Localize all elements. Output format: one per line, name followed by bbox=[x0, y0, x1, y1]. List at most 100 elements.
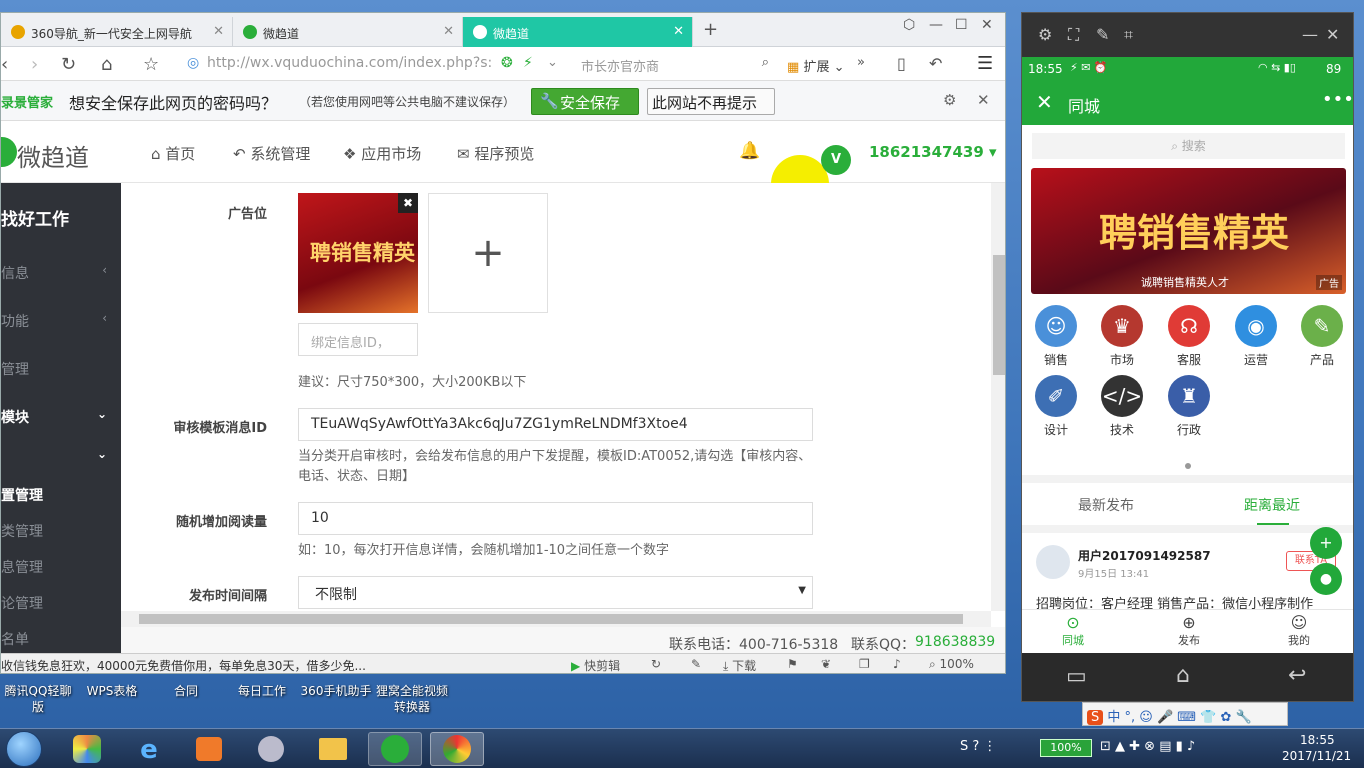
phone-banner[interactable]: 聘销售精英 诚聘销售精英人才 广告 bbox=[1031, 168, 1346, 294]
recent-apps-icon[interactable]: ▭ bbox=[1066, 664, 1087, 689]
more-options-icon[interactable]: ••• bbox=[1322, 89, 1353, 110]
close-icon[interactable]: ✕ bbox=[673, 24, 684, 39]
desktop-icon-360[interactable]: 360手机助手 bbox=[298, 683, 374, 699]
refresh-tool-icon[interactable]: ↻ bbox=[651, 657, 661, 671]
dropdown-icon[interactable]: ⌄ bbox=[547, 55, 558, 70]
maximize-icon[interactable]: ☐ bbox=[955, 17, 968, 33]
close-bar-icon[interactable]: ✕ bbox=[977, 91, 990, 109]
sidebar-item-module[interactable]: 模块 ⌄ bbox=[1, 407, 121, 427]
taskbar-app-1[interactable] bbox=[60, 732, 114, 766]
undo-icon[interactable]: ↶ bbox=[929, 54, 942, 73]
remove-image-icon[interactable]: ✖ bbox=[398, 193, 418, 213]
sidebar-item-manage[interactable]: 管理 bbox=[1, 359, 121, 379]
minimize-emulator-icon[interactable]: — bbox=[1302, 25, 1318, 44]
taskbar-chrome[interactable] bbox=[430, 732, 484, 766]
tab-wqd-1[interactable]: 微趋道 ✕ bbox=[233, 17, 463, 47]
back-icon[interactable]: ‹ bbox=[1, 54, 8, 75]
category-product[interactable]: ✎ 产品 bbox=[1294, 305, 1350, 368]
download-button[interactable]: ⤓ 下载 bbox=[723, 657, 756, 673]
quick-cut-button[interactable]: ▶ 快剪辑 bbox=[571, 657, 620, 673]
back-button-icon[interactable]: ↩ bbox=[1288, 663, 1306, 688]
menu-icon[interactable]: ☰ bbox=[977, 53, 993, 74]
ad-image[interactable]: 聘销售精英 ✖ bbox=[298, 193, 418, 313]
contact-qq[interactable]: 918638839 bbox=[915, 634, 995, 650]
desktop-icon-wps[interactable]: WPS表格 bbox=[74, 683, 150, 699]
phone-search[interactable]: ⌕ 搜索 bbox=[1032, 133, 1345, 159]
tray-icons[interactable]: S ? ⋮ bbox=[960, 739, 996, 754]
settings-icon[interactable]: ⚙ bbox=[1038, 25, 1052, 44]
category-admin[interactable]: ♜ 行政 bbox=[1161, 375, 1217, 438]
status-ad-text[interactable]: 收信钱免息狂欢，40000元免费借你用，每单免息30天，借多少免... bbox=[1, 657, 366, 673]
sidebar-item-comment[interactable]: 论管理 bbox=[1, 593, 121, 613]
category-design[interactable]: ✐ 设计 bbox=[1028, 375, 1084, 438]
nav-system[interactable]: ↶ 系统管理 bbox=[233, 143, 310, 164]
bind-id-input[interactable]: 绑定信息ID， bbox=[298, 323, 418, 356]
window-icon[interactable]: ❐ bbox=[859, 657, 870, 671]
pin-icon[interactable]: ✎ bbox=[691, 657, 701, 671]
add-image-button[interactable]: + bbox=[428, 193, 548, 313]
interval-select[interactable]: 不限制 ▼ bbox=[298, 576, 813, 609]
close-window-icon[interactable]: ✕ bbox=[981, 17, 993, 33]
search-icon[interactable]: ⌕ bbox=[762, 55, 769, 70]
taskbar-explorer[interactable] bbox=[306, 732, 360, 766]
close-emulator-icon[interactable]: ✕ bbox=[1326, 25, 1339, 44]
nav-city[interactable]: ⊙ 同城 bbox=[1062, 613, 1084, 648]
fullscreen-icon[interactable]: ⛶ bbox=[1068, 25, 1079, 45]
crop-icon[interactable]: ⌗ bbox=[1124, 25, 1133, 45]
scroll-thumb[interactable] bbox=[993, 255, 1005, 375]
nav-preview[interactable]: ✉ 程序预览 bbox=[457, 143, 534, 164]
zoom-control[interactable]: ⌕ 100% bbox=[929, 657, 974, 672]
home-icon[interactable]: ⌂ bbox=[101, 54, 112, 75]
taskbar-360-browser[interactable] bbox=[368, 732, 422, 766]
taskbar-ie[interactable]: e bbox=[122, 732, 176, 766]
never-ask-button[interactable]: 此网站不再提示 bbox=[647, 88, 775, 115]
new-tab-button[interactable]: + bbox=[703, 19, 718, 40]
secure-save-button[interactable]: 🔧 安全保存 bbox=[531, 88, 639, 115]
template-id-input[interactable]: TEuAWqSyAwfOttYa3Akc6qJu7ZG1ymReLNDMf3Xt… bbox=[298, 408, 813, 441]
tab-latest[interactable]: 最新发布 bbox=[1078, 495, 1134, 515]
sidebar-item-message[interactable]: 息管理 bbox=[1, 557, 121, 577]
sidebar-item-list[interactable]: 名单 bbox=[1, 629, 121, 649]
battery-indicator[interactable]: 100% bbox=[1040, 739, 1092, 757]
user-phone-menu[interactable]: 18621347439 ▾ bbox=[869, 143, 997, 161]
volume-icon[interactable]: ♪ bbox=[893, 657, 901, 671]
desktop-icon-contract[interactable]: 合同 bbox=[148, 683, 224, 699]
float-location-button[interactable]: ● bbox=[1310, 563, 1342, 595]
back-close-icon[interactable]: ✕ bbox=[1036, 90, 1053, 114]
desktop-icon-qq[interactable]: 腾讯QQ轻聊版 bbox=[0, 683, 76, 715]
security-icon[interactable]: ❂ bbox=[501, 55, 513, 71]
category-operation[interactable]: ◉ 运营 bbox=[1228, 305, 1284, 368]
gear-icon[interactable]: ⚙ bbox=[943, 91, 956, 109]
sidebar-item-category[interactable]: 类管理 bbox=[1, 521, 121, 541]
edit-icon[interactable]: ✎ bbox=[1096, 25, 1109, 44]
sidebar-item-info[interactable]: 信息 ‹ bbox=[1, 263, 121, 283]
nav-market[interactable]: ❖ 应用市场 bbox=[343, 143, 421, 164]
sogou-icon[interactable]: S bbox=[1087, 710, 1104, 725]
home-button-icon[interactable]: ⌂ bbox=[1176, 663, 1190, 688]
start-button[interactable] bbox=[6, 731, 42, 767]
category-service[interactable]: ☊ 客服 bbox=[1161, 305, 1217, 368]
nav-mine[interactable]: ☺ 我的 bbox=[1288, 613, 1310, 648]
forward-icon[interactable]: › bbox=[31, 54, 38, 75]
nav-publish[interactable]: ⊕ 发布 bbox=[1178, 613, 1200, 648]
tab-360-nav[interactable]: 360导航_新一代安全上网导航 ✕ bbox=[1, 17, 233, 47]
tray-more-icons[interactable]: ⊡ ▲ ✚ ⊗ ▤ ▮ ♪ bbox=[1100, 739, 1195, 754]
flag-icon[interactable]: ⚑ bbox=[787, 657, 798, 671]
vertical-scrollbar[interactable] bbox=[991, 183, 1005, 611]
desktop-icon-daily[interactable]: 每日工作 bbox=[224, 683, 300, 699]
category-market[interactable]: ♛ 市场 bbox=[1094, 305, 1150, 368]
category-tech[interactable]: </> 技术 bbox=[1094, 375, 1150, 438]
scroll-thumb-h[interactable] bbox=[139, 614, 963, 624]
refresh-icon[interactable]: ↻ bbox=[61, 54, 76, 75]
close-icon[interactable]: ✕ bbox=[443, 24, 454, 39]
taskbar-assistant[interactable] bbox=[244, 732, 298, 766]
tab-wqd-active[interactable]: 微趋道 ✕ bbox=[463, 17, 693, 47]
skin-icon[interactable]: ⬡ bbox=[903, 17, 915, 33]
close-icon[interactable]: ✕ bbox=[213, 24, 224, 39]
user-avatar[interactable]: V bbox=[821, 145, 851, 175]
float-add-button[interactable]: + bbox=[1310, 527, 1342, 559]
reader-icon[interactable]: ▯ bbox=[897, 54, 906, 73]
more-icon[interactable]: » bbox=[857, 55, 865, 70]
app-logo[interactable]: 微趋道 bbox=[17, 138, 89, 173]
minimize-icon[interactable]: — bbox=[929, 17, 943, 33]
